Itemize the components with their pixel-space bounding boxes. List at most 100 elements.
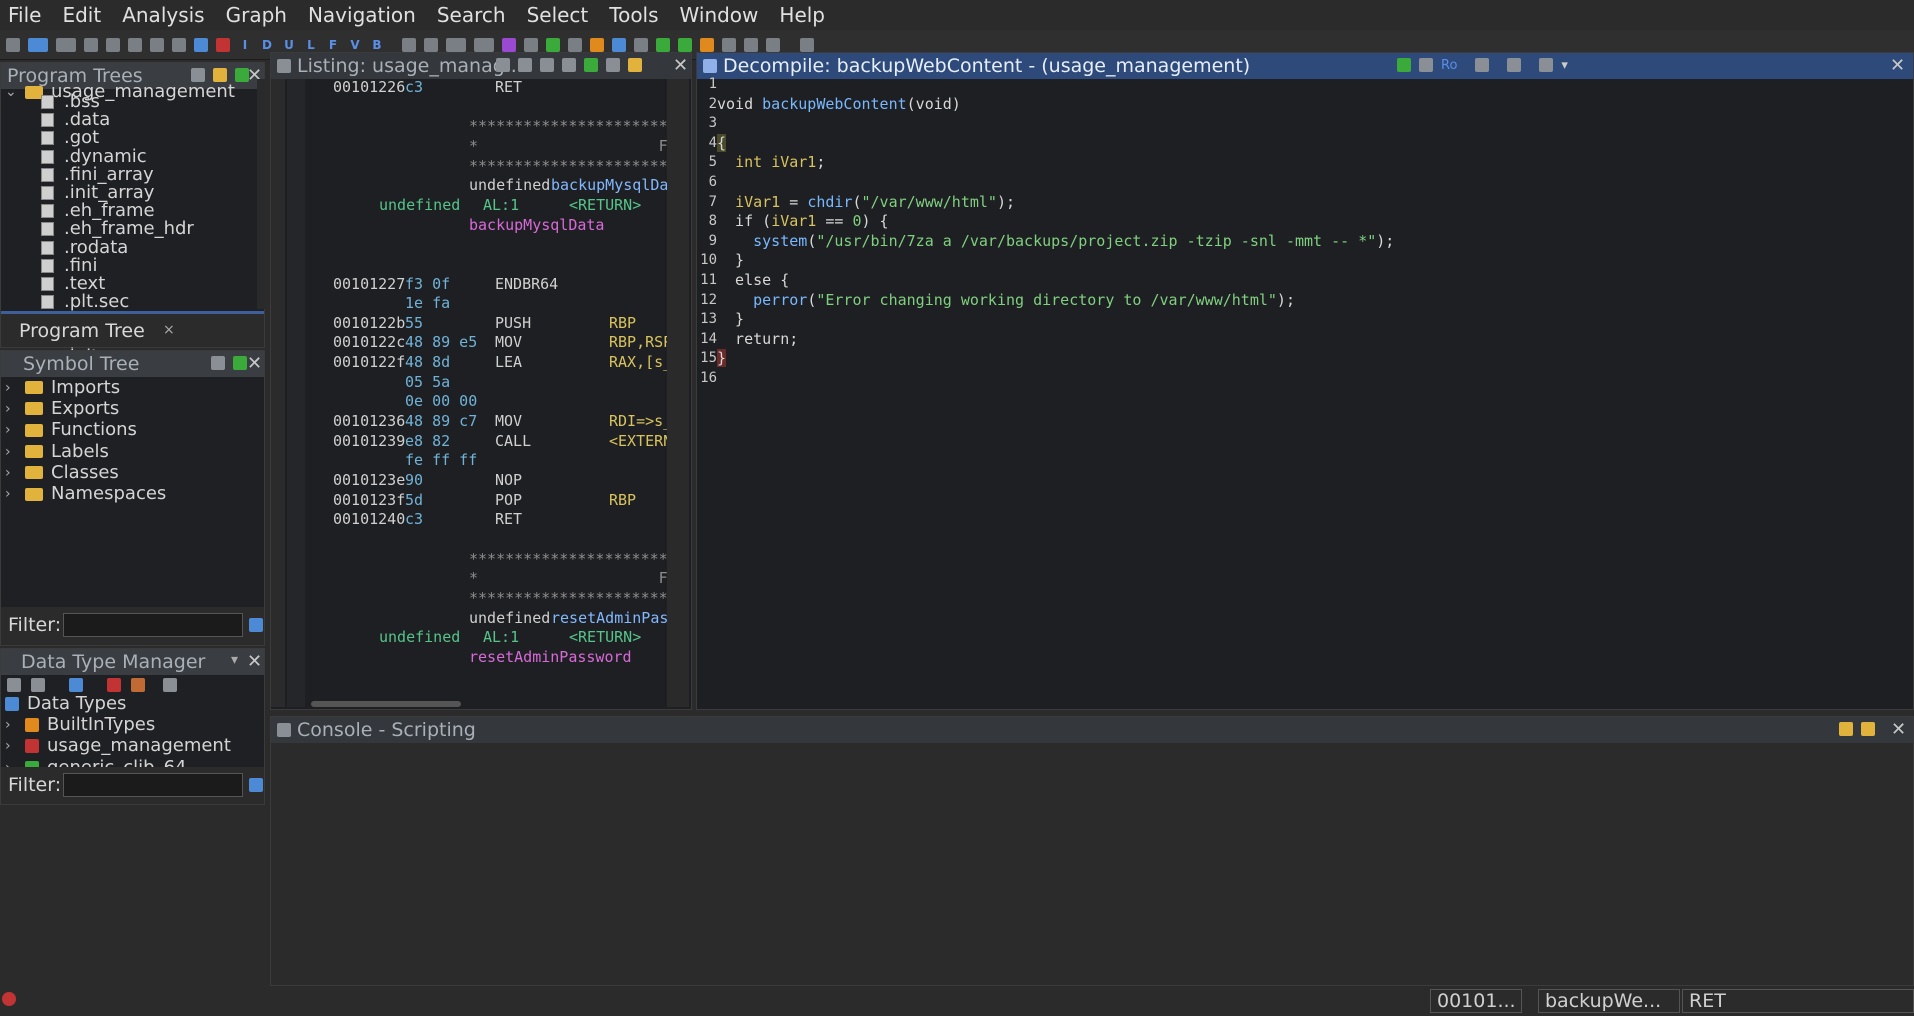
filter-options-icon[interactable] [249,618,263,632]
nav-icon-5[interactable] [172,37,186,52]
clear-icon[interactable] [1861,722,1875,736]
nav-icon-3[interactable] [128,37,142,52]
menu-file[interactable]: File [8,3,41,27]
tool-icon-6[interactable] [634,37,648,52]
close-icon[interactable]: ✕ [247,651,262,672]
menu-chevron-icon[interactable]: ▾ [231,652,238,668]
diff-icon[interactable] [584,58,598,72]
data-type-item[interactable]: › usage_management [5,736,255,757]
label-nav-icon[interactable]: L [304,38,318,52]
paste-icon[interactable] [424,37,438,52]
archive-icon[interactable] [69,678,83,692]
symbol-tree-item[interactable]: › Imports [5,377,255,398]
menu-analysis[interactable]: Analysis [122,3,204,27]
chevron-right-icon[interactable]: › [5,485,25,503]
tool-icon-4[interactable] [590,37,604,52]
menu-search[interactable]: Search [437,3,506,27]
scrollbar[interactable] [257,79,265,309]
undefined-nav-icon[interactable]: U [282,38,296,52]
data-nav-icon[interactable]: D [260,38,274,52]
symbol-tree-item[interactable]: › Namespaces [5,483,255,504]
tool-icon-5[interactable] [612,37,626,52]
edit-icon[interactable] [502,37,516,52]
filter-icon[interactable] [211,356,225,370]
chevron-down-icon[interactable]: ⌄ [5,83,25,101]
copy-icon[interactable] [496,58,510,72]
tool-icon-2[interactable] [546,37,560,52]
menu-navigation[interactable]: Navigation [308,3,416,27]
tool-icon-12[interactable] [800,37,814,52]
decompiled-code[interactable]: void backupWebContent(void) { int iVar1;… [717,75,1907,389]
close-icon[interactable]: ✕ [1890,55,1905,76]
dtm-filter-input[interactable] [63,773,243,797]
chevron-right-icon[interactable]: › [5,737,25,755]
refresh-icon[interactable] [1397,58,1411,72]
collapse-icon[interactable] [163,678,177,692]
listing-overview-bar[interactable] [667,79,689,707]
chevron-right-icon[interactable]: › [5,464,25,482]
symbol-tree-item[interactable]: › Labels [5,441,255,462]
tool-icon-10[interactable] [744,37,758,52]
chevron-down-icon[interactable]: ▾ [1561,58,1568,73]
menu-select[interactable]: Select [527,3,589,27]
tool-icon-1[interactable] [524,37,538,52]
symbol-tree-item[interactable]: › Exports [5,398,255,419]
filter-icon[interactable] [107,678,121,692]
listing-content[interactable]: 00101226 c3 RET ************************ * F… [333,77,667,707]
value-nav-icon[interactable]: V [348,38,362,52]
nav-icon-1[interactable] [84,37,98,52]
edit-icon[interactable] [1507,58,1522,72]
symbol-tree-item[interactable]: › Functions [5,420,255,441]
function-nav-icon[interactable]: F [326,38,340,52]
menu-edit[interactable]: Edit [62,3,101,27]
tool-icon-7[interactable] [678,37,692,52]
graph-icon[interactable] [1419,58,1433,72]
paste-icon[interactable] [518,58,532,72]
redo-icon[interactable] [474,37,494,52]
data-type-item[interactable]: Data Types [5,693,255,714]
new-tree-icon[interactable] [191,68,205,82]
tool-icon-8[interactable] [700,37,714,52]
readonly-toggle[interactable]: Ro [1441,58,1457,73]
menu-help[interactable]: Help [779,3,825,27]
field-icon[interactable] [562,58,576,72]
chevron-right-icon[interactable]: › [5,379,25,397]
back-icon[interactable] [7,678,21,692]
bookmark-nav-icon[interactable]: B [370,38,384,52]
close-icon[interactable]: ✕ [247,353,262,374]
tool-icon-11[interactable] [766,37,780,52]
menu-window[interactable]: Window [680,3,759,27]
menu-tools[interactable]: Tools [609,3,658,27]
layout-icon[interactable] [628,58,642,72]
cursor-icon[interactable] [540,58,554,72]
symbol-tree-item[interactable]: › Classes [5,462,255,483]
copy-icon[interactable] [402,37,416,52]
tab-close-icon[interactable]: × [163,322,175,338]
menu-graph[interactable]: Graph [226,3,287,27]
error-icon[interactable] [2,992,16,1006]
symbol-filter-input[interactable] [63,613,243,637]
horizontal-scrollbar[interactable] [311,701,461,707]
open-tree-icon[interactable] [213,68,227,82]
tool-icon-3[interactable] [568,37,582,52]
nav-icon-2[interactable] [106,37,120,52]
tree-item[interactable]: .rodata [41,238,251,257]
filter-options-icon[interactable] [249,778,263,792]
chevron-right-icon[interactable]: › [5,400,25,418]
back-icon[interactable] [28,37,48,52]
run-icon[interactable] [656,37,670,52]
tool-icon-9[interactable] [722,37,736,52]
chevron-right-icon[interactable]: › [5,716,25,734]
filter-icon-2[interactable] [131,678,145,692]
close-icon[interactable]: ✕ [1891,719,1906,740]
instruction-nav-icon[interactable]: I [238,38,252,52]
refresh-icon[interactable] [233,356,247,370]
close-icon[interactable]: ✕ [673,55,688,76]
tree-item[interactable]: .got [41,129,251,147]
save-icon[interactable] [6,37,20,52]
snapshot-icon[interactable] [606,58,620,72]
forward-icon[interactable] [56,37,76,52]
lock-icon[interactable] [1839,722,1853,736]
stop-icon[interactable] [216,37,230,52]
down-arrow-icon[interactable] [194,37,208,52]
